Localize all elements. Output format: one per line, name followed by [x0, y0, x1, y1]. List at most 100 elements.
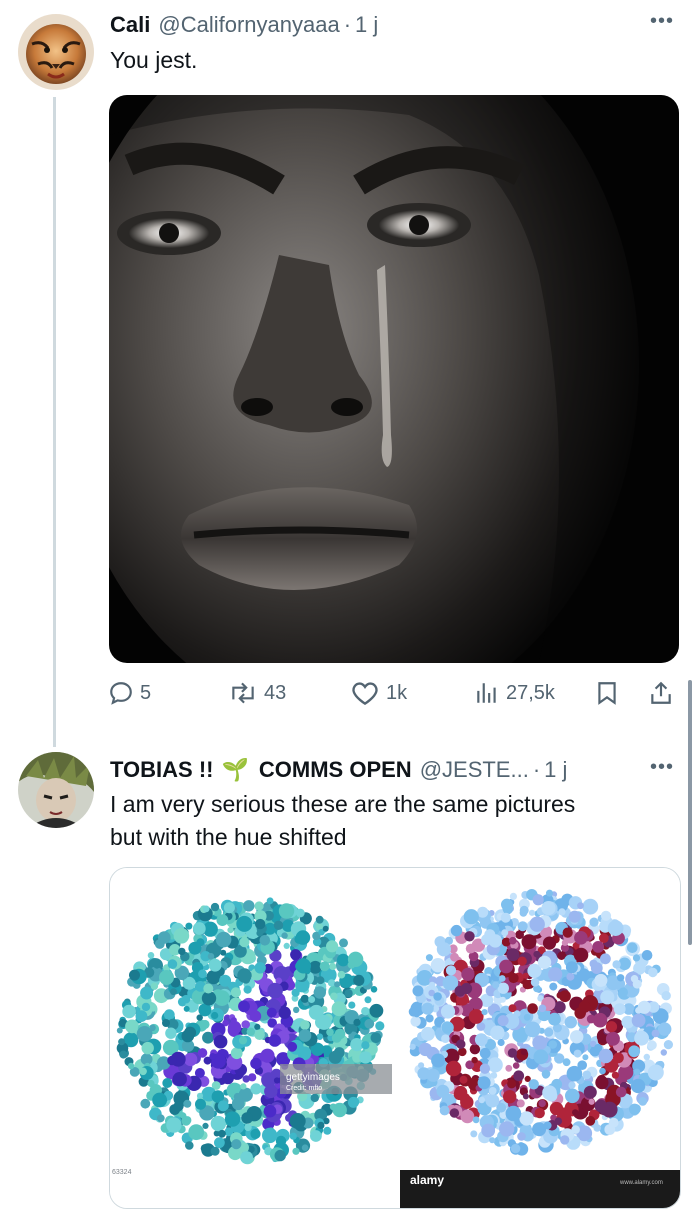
- plate-dot: [227, 927, 234, 934]
- display-name[interactable]: Cali: [110, 12, 150, 38]
- sprout-emoji: 🌱: [221, 757, 249, 782]
- views-button[interactable]: 27,5k: [474, 680, 555, 706]
- plate-dot: [485, 1093, 500, 1108]
- reply-button[interactable]: 5: [108, 680, 151, 706]
- timestamp[interactable]: 1 j: [544, 757, 567, 783]
- plate-dot: [289, 1132, 297, 1140]
- plate-dot: [410, 1016, 421, 1027]
- display-name[interactable]: TOBIAS !!: [110, 757, 213, 783]
- alamy-watermark: alamy: [410, 1173, 444, 1187]
- plate-dot: [464, 931, 475, 942]
- plate-dot: [428, 981, 436, 989]
- plate-dot: [454, 1085, 468, 1100]
- plate-dot: [478, 1096, 485, 1104]
- plate-dot: [566, 972, 575, 981]
- plate-dot: [553, 1001, 566, 1014]
- plate-dot: [135, 1010, 148, 1022]
- plate-dot: [334, 1028, 346, 1040]
- plate-dot: [183, 1052, 198, 1067]
- plate-dot: [543, 1121, 552, 1130]
- plate-dot: [500, 912, 511, 923]
- plate-dot: [162, 1078, 173, 1088]
- plate-dot: [139, 1067, 147, 1076]
- plate-dot: [240, 1083, 247, 1090]
- scrollbar[interactable]: [688, 680, 692, 945]
- share-button[interactable]: [648, 680, 674, 706]
- repost-button[interactable]: 43: [228, 680, 286, 706]
- plate-dot: [469, 1044, 481, 1055]
- plate-dot: [316, 1014, 332, 1030]
- plate-dot: [615, 1086, 627, 1098]
- plate-dot: [608, 1117, 619, 1128]
- ellipsis-icon[interactable]: •••: [650, 10, 674, 33]
- plate-dot: [215, 931, 232, 948]
- plate-dot: [345, 1027, 353, 1035]
- plate-dot: [468, 1009, 484, 1024]
- plate-dot: [573, 1049, 582, 1058]
- plate-dot: [313, 986, 326, 999]
- plate-dot: [409, 1043, 416, 1050]
- plate-dot: [221, 1072, 234, 1085]
- plate-dot: [449, 1108, 460, 1118]
- plate-dot: [506, 948, 520, 962]
- thread-line: [53, 97, 56, 747]
- plate-dot: [599, 1103, 611, 1116]
- plate-dot: [166, 1117, 182, 1133]
- timestamp[interactable]: 1 j: [355, 12, 378, 38]
- avatar-tobias[interactable]: [18, 752, 94, 828]
- avatar-cali[interactable]: [18, 14, 94, 90]
- plate-dot: [600, 910, 612, 921]
- plate-dot: [159, 970, 174, 985]
- plate-dot: [244, 1123, 252, 1132]
- display-name-suffix[interactable]: COMMS OPEN: [259, 757, 412, 783]
- tweet-header: TOBIAS !! 🌱 COMMS OPEN @JESTE... · 1 j: [110, 757, 567, 783]
- plate-dot: [528, 1079, 539, 1090]
- plate-dot: [548, 1012, 561, 1026]
- plate-dot: [643, 1053, 650, 1061]
- plate-dot: [542, 936, 557, 950]
- plate-dot: [153, 961, 161, 969]
- image-id: 63324: [112, 1169, 132, 1176]
- plate-dot: [264, 1084, 278, 1099]
- plate-dot: [611, 1071, 619, 1079]
- tweet-text-line: but with the hue shifted: [110, 824, 347, 850]
- plate-dot: [203, 983, 214, 994]
- plate-dot: [538, 1004, 547, 1013]
- plate-dot: [600, 953, 611, 965]
- plate-dot: [421, 1002, 434, 1015]
- plate-dot: [172, 1072, 187, 1087]
- ellipsis-icon[interactable]: •••: [650, 756, 674, 779]
- plate-dot: [231, 1097, 245, 1111]
- tweet-text: You jest.: [110, 47, 198, 73]
- plate-dot: [256, 929, 263, 937]
- plate-dot: [590, 962, 603, 974]
- plate-dot: [329, 962, 337, 971]
- plate-dot: [322, 925, 329, 932]
- plate-dot: [441, 1021, 454, 1034]
- bookmark-button[interactable]: [594, 680, 620, 706]
- plate-dot: [479, 1063, 491, 1074]
- tweet-image[interactable]: [109, 95, 679, 663]
- plate-dot: [497, 1038, 505, 1047]
- plate-dot: [328, 1050, 342, 1064]
- like-button[interactable]: 1k: [350, 680, 407, 706]
- plate-dot: [660, 1049, 667, 1056]
- plate-dot: [119, 1050, 128, 1059]
- share-icon: [651, 681, 671, 704]
- plate-dot: [331, 1001, 347, 1017]
- user-handle[interactable]: @Californyanyaaa: [158, 12, 339, 38]
- plate-dot: [460, 1109, 475, 1124]
- gettyimages-watermark: gettyimages: [286, 1072, 340, 1083]
- user-handle[interactable]: @JESTE...: [420, 757, 529, 783]
- plate-dot: [568, 910, 581, 923]
- plate-dot: [255, 918, 266, 930]
- plate-dot: [315, 915, 324, 924]
- plate-dot: [185, 1141, 194, 1150]
- plate-dot: [572, 1109, 579, 1116]
- tweet-image-pair[interactable]: gettyimages Credit: mfto 63324 alamy www…: [109, 867, 681, 1209]
- plate-dot: [562, 1058, 571, 1067]
- plate-dot: [408, 1007, 419, 1017]
- plate-dot: [533, 1049, 549, 1065]
- plate-dot: [181, 994, 191, 1004]
- plate-dot: [459, 1075, 468, 1084]
